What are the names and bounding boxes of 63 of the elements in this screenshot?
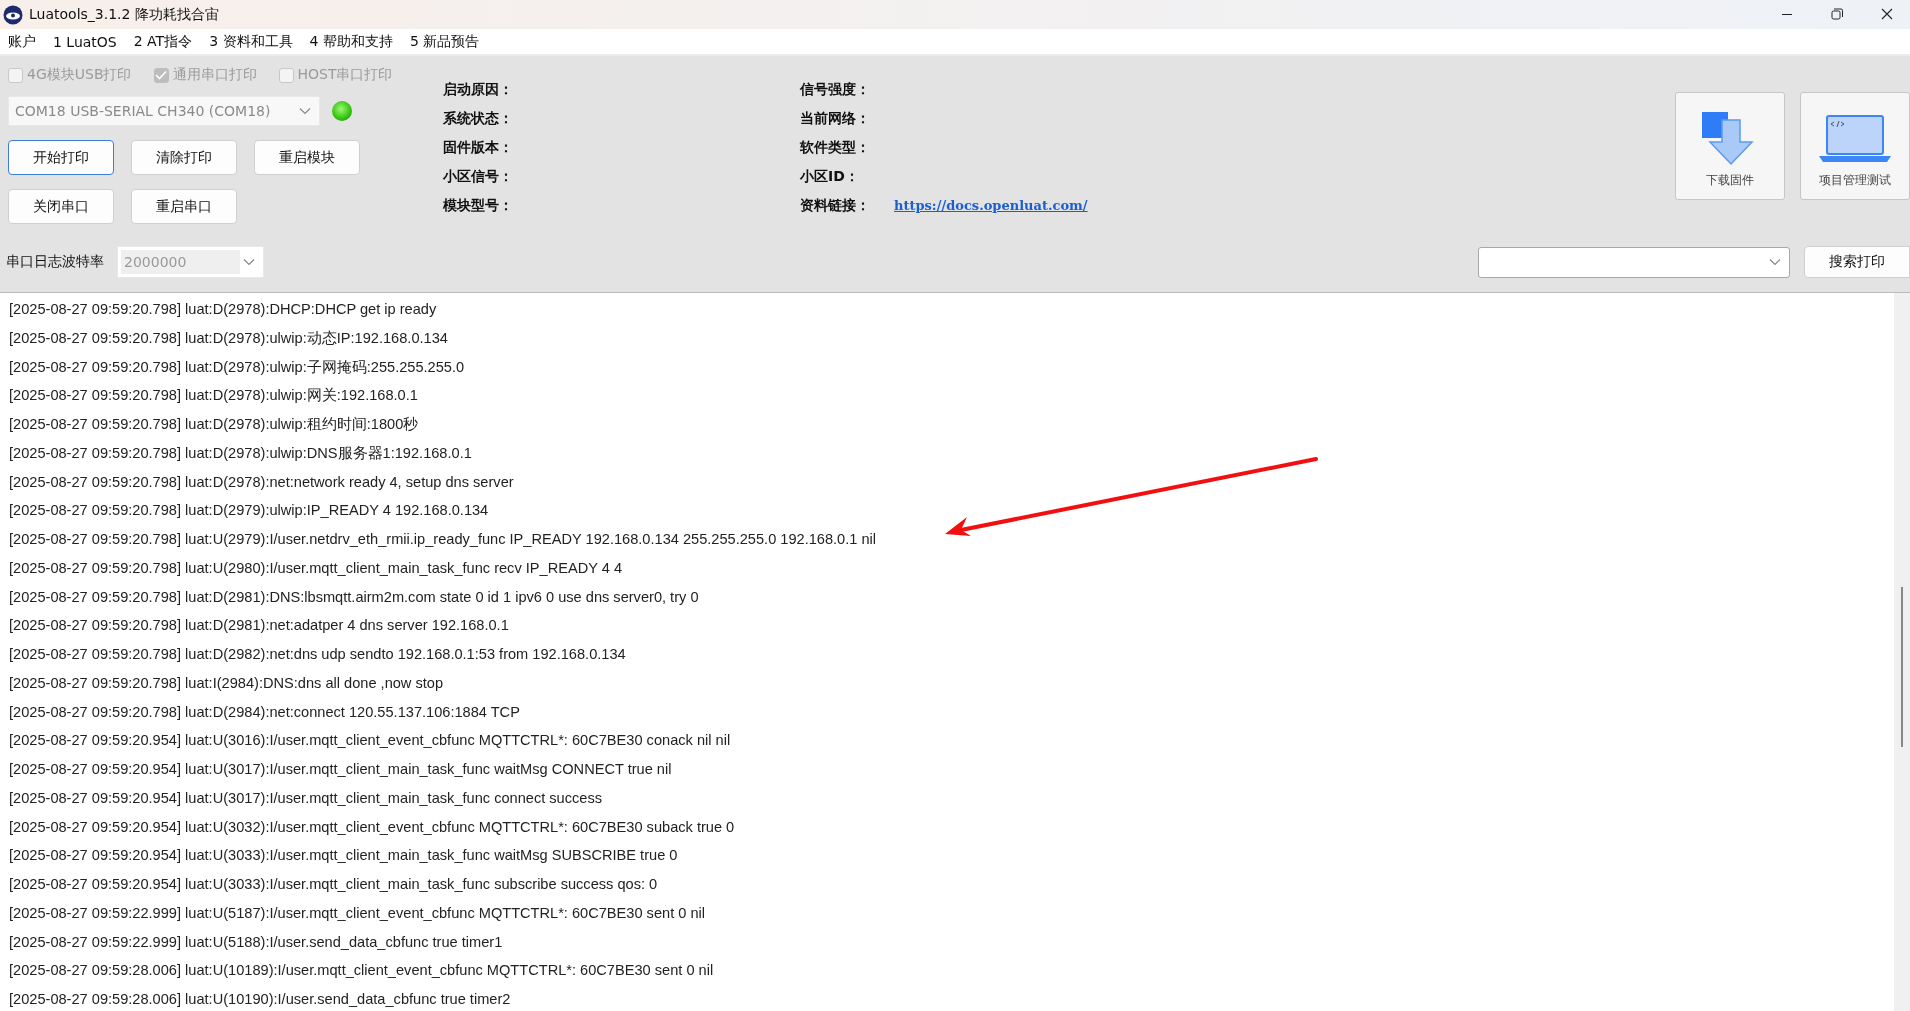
action-button[interactable]: 重启串口 (131, 189, 237, 224)
search-dropdown[interactable] (1478, 246, 1790, 278)
tool-button[interactable]: 下载固件 (1675, 92, 1785, 200)
info-label: 系统状态： (443, 110, 514, 129)
log-line: [2025-08-27 09:59:20.798] luat:D(2978):ulwip:动态IP:192.168.0.134 (9, 328, 449, 348)
action-button[interactable]: 关闭串口 (8, 189, 114, 224)
action-button[interactable]: 清除打印 (131, 140, 237, 175)
info-label: 当前网络： (800, 110, 871, 129)
log-line: [2025-08-27 09:59:20.954] luat:U(3033):I/user.mqtt_client_main_task_func subscribe success qos: 0 (9, 875, 659, 894)
checkbox-label: 4G模块USB打印 (27, 66, 132, 84)
log-line: [2025-08-27 09:59:20.798] luat:D(2978):ulwip:子网掩码:255.255.255.0 (9, 357, 466, 377)
log-line: [2025-08-27 09:59:20.954] luat:U(3017):I/user.mqtt_client_main_task_func connect success (9, 788, 604, 808)
log-line: [2025-08-27 09:59:20.798] luat:U(2979):I/user.netdrv_eth_rmii.ip_ready_func IP_READY 192.168.0.134 255.255.255.0 192.168.0.1 nil (9, 530, 878, 549)
dropdown-caret-icon[interactable] (243, 258, 255, 266)
log-line: [2025-08-27 09:59:22.999] luat:U(5188):I/user.send_data_cbfunc true timer1 (9, 932, 504, 952)
info-label: 模块型号： (443, 196, 514, 215)
log-line: [2025-08-27 09:59:20.798] luat:D(2979):ulwip:IP_READY 4 192.168.0.134 (9, 501, 490, 521)
info-label: 小区信号： (443, 167, 514, 186)
log-line: [2025-08-27 09:59:20.954] luat:U(3017):I/user.mqtt_client_main_task_func waitMsg CONNECT true nil (9, 760, 673, 779)
log-line: [2025-08-27 09:59:20.798] luat:D(2984):net:connect 120.55.137.106:1884 TCP (9, 702, 521, 722)
log-line: [2025-08-27 09:59:20.798] luat:D(2981):net:adatper 4 dns server 192.168.0.1 (9, 616, 510, 636)
dropdown-caret-icon[interactable] (299, 107, 311, 115)
checkbox-label: 通用串口打印 (172, 66, 257, 84)
action-button[interactable]: 开始打印 (8, 140, 114, 175)
info-label: 软件类型： (800, 139, 871, 157)
menu-item[interactable]: 3 资料和工具 (209, 32, 293, 51)
menu-item[interactable]: 5 新品预告 (409, 32, 480, 51)
checkbox-label: HOST串口打印 (297, 66, 393, 84)
log-line: [2025-08-27 09:59:20.798] luat:I(2984):DNS:dns all done ,now stop (9, 673, 445, 693)
menu-item[interactable]: 账户 (8, 32, 36, 51)
check-icon (155, 70, 167, 80)
docs-link[interactable]: https://docs.openluat.com/ (894, 198, 1088, 214)
tool-button[interactable]: 项目管理测试 (1800, 92, 1910, 200)
info-label: 固件版本： (443, 139, 514, 157)
log-line: [2025-08-27 09:59:22.999] luat:U(5187):I/user.mqtt_client_event_cbfunc MQTTCTRL*: 60C7BE30 sent 0 nil (9, 903, 707, 923)
menu-item[interactable]: 2 AT指令 (133, 32, 193, 51)
info-label: 资料链接： (800, 196, 871, 215)
app-logo-icon (3, 4, 23, 25)
log-line: [2025-08-27 09:59:28.006] luat:U(10189):I/user.mqtt_client_event_cbfunc MQTTCTRL*: 60C7BE30 sent 0 nil (9, 961, 715, 981)
menu-item[interactable]: 4 帮助和支持 (309, 32, 393, 51)
log-line: [2025-08-27 09:59:20.798] luat:D(2981):DNS:lbsmqtt.airm2m.com state 0 id 1 ipv6 0 use dns server0, try 0 (9, 587, 700, 607)
log-line: [2025-08-27 09:59:20.954] luat:U(3032):I/user.mqtt_client_event_cbfunc MQTTCTRL*: 60C7BE30 suback true 0 (9, 817, 736, 837)
log-line: [2025-08-27 09:59:20.798] luat:D(2978):ulwip:网关:192.168.0.1 (9, 386, 419, 406)
dropdown-caret-icon[interactable] (1769, 258, 1781, 266)
baud-rate-label: 串口日志波特率 (6, 253, 104, 271)
log-line: [2025-08-27 09:59:20.798] luat:D(2978):DHCP:DHCP get ip ready (9, 300, 438, 319)
log-line: [2025-08-27 09:59:20.954] luat:U(3016):I/user.mqtt_client_event_cbfunc MQTTCTRL*: 60C7BE30 conack nil nil (9, 731, 732, 751)
log-line: [2025-08-27 09:59:20.954] luat:U(3033):I/user.mqtt_client_main_task_func waitMsg SUBSCRIBE true 0 (9, 846, 679, 866)
search-print-button[interactable]: 搜索打印 (1804, 246, 1910, 278)
log-line: [2025-08-27 09:59:20.798] luat:U(2980):I/user.mqtt_client_main_task_func recv IP_READY 4 4 (9, 558, 624, 578)
log-line: [2025-08-27 09:59:20.798] luat:D(2978):ulwip:DNS服务器1:192.168.0.1 (9, 443, 473, 463)
window-title: Luatools_3.1.2 降功耗找合宙 (29, 5, 219, 24)
scrollbar[interactable] (1894, 293, 1910, 1011)
log-line: [2025-08-27 09:59:20.798] luat:D(2978):net:network ready 4, setup dns server (9, 472, 515, 492)
menu-item[interactable]: 1 LuatOS (53, 33, 117, 50)
log-line: [2025-08-27 09:59:20.798] luat:D(2978):ulwip:租约时间:1800秒 (9, 415, 420, 434)
info-label: 小区ID： (800, 167, 860, 186)
info-label: 信号强度： (800, 81, 871, 100)
scrollbar-thumb[interactable] (1901, 587, 1903, 747)
info-label: 启动原因： (443, 81, 514, 100)
action-button[interactable]: 重启模块 (254, 140, 360, 175)
log-line: [2025-08-27 09:59:28.006] luat:U(10190):I/user.send_data_cbfunc true timer2 (9, 990, 512, 1009)
log-line: [2025-08-27 09:59:20.798] luat:D(2982):net:dns udp sendto 192.168.0.1:53 from 192.168.0.134 (9, 645, 627, 664)
